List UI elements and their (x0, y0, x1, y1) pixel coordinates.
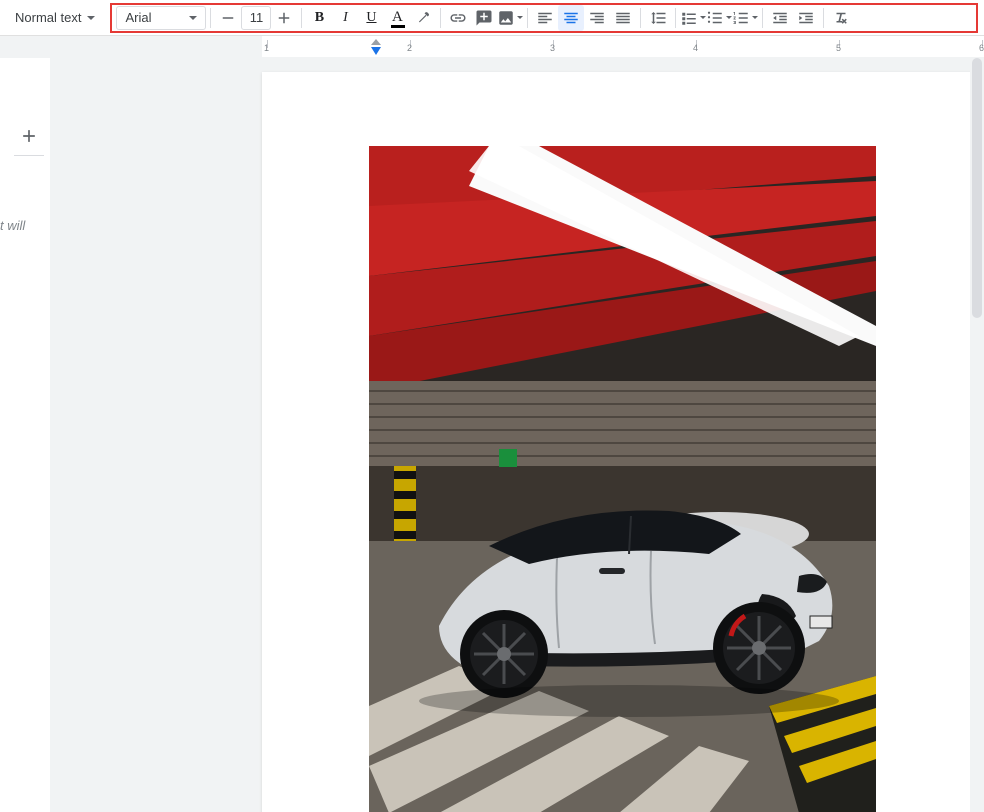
ruler-number: 6 (979, 43, 984, 53)
chevron-down-icon (87, 16, 95, 20)
numbered-list-button[interactable] (732, 5, 758, 31)
outline-hint-text: t will (0, 218, 48, 233)
align-justify-button[interactable] (610, 5, 636, 31)
vertical-scrollbar[interactable] (970, 58, 984, 812)
page-content: Porsche Taycan 4s spotted in an indoor p… (262, 146, 982, 812)
bulleted-list-button[interactable] (706, 5, 732, 31)
toolbar-separator (640, 8, 641, 28)
increase-indent-button[interactable] (793, 5, 819, 31)
toolbar-separator (675, 8, 676, 28)
chevron-down-icon (189, 16, 197, 20)
align-right-button[interactable] (584, 5, 610, 31)
inserted-image-wrapper[interactable] (369, 146, 876, 812)
add-outline-button[interactable] (14, 126, 44, 156)
text-color-button[interactable]: A (384, 5, 410, 31)
decrease-font-size-button[interactable] (215, 5, 241, 31)
ruler-margin-region (0, 36, 262, 57)
horizontal-ruler[interactable]: 1 2 3 4 5 6 (0, 36, 984, 58)
scrollbar-thumb[interactable] (972, 58, 982, 318)
underline-button[interactable]: U (358, 5, 384, 31)
left-indent-marker[interactable] (370, 38, 382, 46)
first-line-indent-marker[interactable] (370, 46, 382, 56)
ruler-number: 1 (264, 43, 269, 53)
highlighted-toolbar-region: Arial B I U A (110, 3, 978, 33)
toolbar-separator (301, 8, 302, 28)
ruler-number: 3 (550, 43, 555, 53)
checklist-button[interactable] (680, 5, 706, 31)
clear-formatting-button[interactable] (828, 5, 854, 31)
font-size-input[interactable] (241, 6, 271, 30)
highlight-color-button[interactable] (410, 5, 436, 31)
font-family-label: Arial (125, 10, 151, 25)
chevron-down-icon (752, 16, 758, 19)
toolbar-separator (210, 8, 211, 28)
bold-button[interactable]: B (306, 5, 332, 31)
increase-font-size-button[interactable] (271, 5, 297, 31)
paragraph-style-dropdown[interactable]: Normal text (6, 5, 104, 31)
ruler-number: 4 (693, 43, 698, 53)
toolbar-separator (527, 8, 528, 28)
ruler-active-region: 1 2 3 4 5 6 (262, 36, 984, 57)
workspace: t will (0, 58, 984, 812)
align-center-button[interactable] (558, 5, 584, 31)
toolbar-separator (762, 8, 763, 28)
ruler-number: 2 (407, 43, 412, 53)
insert-image-button[interactable] (497, 5, 523, 31)
chevron-down-icon (517, 16, 523, 19)
ruler-number: 5 (836, 43, 841, 53)
left-gutter (50, 58, 262, 812)
italic-button[interactable]: I (332, 5, 358, 31)
line-spacing-button[interactable] (645, 5, 671, 31)
formatting-toolbar: Normal text Arial B I U A (0, 0, 984, 36)
paragraph-style-label: Normal text (15, 10, 81, 25)
font-family-dropdown[interactable]: Arial (116, 6, 206, 30)
outline-sidebar: t will (0, 58, 50, 812)
insert-link-button[interactable] (445, 5, 471, 31)
decrease-indent-button[interactable] (767, 5, 793, 31)
document-page[interactable]: Porsche Taycan 4s spotted in an indoor p… (262, 72, 982, 812)
document-canvas[interactable]: Porsche Taycan 4s spotted in an indoor p… (50, 58, 984, 812)
add-comment-button[interactable] (471, 5, 497, 31)
inserted-image[interactable] (369, 146, 876, 812)
toolbar-separator (440, 8, 441, 28)
align-left-button[interactable] (532, 5, 558, 31)
toolbar-separator (823, 8, 824, 28)
